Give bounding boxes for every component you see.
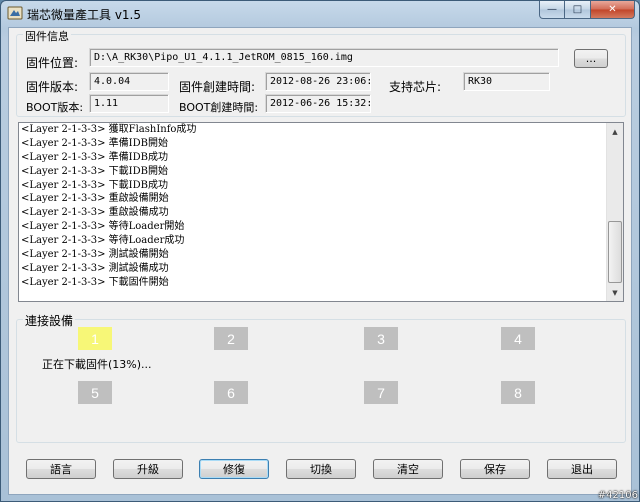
log-line: <Layer 2-1-3-3> 測試設備開始	[21, 249, 169, 261]
log-line: <Layer 2-1-3-3> 準備IDB成功	[21, 151, 168, 163]
title-bar[interactable]: 瑞芯微量產工具 v1.5 — □ ✕	[1, 1, 639, 27]
boot-created-field: 2012-06-26 15:32:00	[265, 94, 371, 113]
log-line: <Layer 2-1-3-3> 下載IDB開始	[21, 165, 168, 177]
boot-version-label: BOOT版本:	[26, 101, 84, 114]
device-slot-8[interactable]: 8	[501, 381, 535, 404]
download-status-text: 正在下載固件(13%)...	[42, 358, 152, 371]
repair-button[interactable]: 修復	[199, 459, 269, 479]
device-slot-7[interactable]: 7	[364, 381, 398, 404]
log-line: <Layer 2-1-3-3> 重啟設備開始	[21, 193, 169, 205]
switch-button[interactable]: 切換	[286, 459, 356, 479]
boot-version-field: 1.11	[89, 94, 169, 113]
language-button[interactable]: 語言	[26, 459, 96, 479]
log-line: <Layer 2-1-3-3> 測試設備成功	[21, 262, 169, 274]
log-line: <Layer 2-1-3-3> 準備IDB開始	[21, 137, 168, 149]
clear-button[interactable]: 清空	[373, 459, 443, 479]
firmware-created-field: 2012-08-26 23:06:43	[265, 72, 371, 91]
device-slot-5[interactable]: 5	[78, 381, 112, 404]
minimize-button[interactable]: —	[539, 1, 565, 19]
caption-buttons: — □ ✕	[539, 1, 635, 21]
log-line: <Layer 2-1-3-3> 等待Loader開始	[21, 221, 185, 233]
app-icon	[7, 6, 23, 20]
log-listbox[interactable]: <Layer 2-1-3-3> 獲取FlashInfo成功 <Layer 2-1…	[18, 122, 624, 302]
maximize-button[interactable]: □	[565, 1, 591, 19]
device-slot-1[interactable]: 1	[78, 327, 112, 350]
log-line: <Layer 2-1-3-3> 下載固件開始	[21, 276, 169, 288]
exit-button[interactable]: 退出	[547, 459, 617, 479]
log-line: <Layer 2-1-3-3> 等待Loader成功	[21, 235, 185, 247]
scroll-down-icon[interactable]: ▼	[607, 284, 623, 301]
scroll-up-icon[interactable]: ▲	[607, 123, 623, 140]
boot-created-label: BOOT創建時間:	[179, 101, 259, 114]
firmware-version-field: 4.0.04	[89, 72, 169, 91]
firmware-location-field[interactable]: D:\A_RK30\Pipo_U1_4.1.1_JetROM_0815_160.…	[89, 48, 559, 67]
client-area: 固件信息 固件位置: D:\A_RK30\Pipo_U1_4.1.1_JetRO…	[8, 27, 632, 495]
firmware-group-title: 固件信息	[23, 28, 71, 44]
chip-label: 支持芯片:	[389, 80, 442, 94]
device-slot-3[interactable]: 3	[364, 327, 398, 350]
scrollbar-thumb[interactable]	[608, 221, 622, 283]
device-slot-6[interactable]: 6	[214, 381, 248, 404]
device-slot-4[interactable]: 4	[501, 327, 535, 350]
log-line: <Layer 2-1-3-3> 獲取FlashInfo成功	[21, 124, 197, 135]
browse-button[interactable]: ...	[574, 49, 608, 68]
save-button[interactable]: 保存	[460, 459, 530, 479]
upgrade-button[interactable]: 升級	[113, 459, 183, 479]
log-line: <Layer 2-1-3-3> 重啟設備成功	[21, 207, 169, 219]
app-window: 瑞芯微量產工具 v1.5 — □ ✕ 固件信息 固件位置: D:\A_RK30\…	[0, 0, 640, 502]
devices-group-title: 連接設備	[23, 312, 76, 329]
device-slot-2[interactable]: 2	[214, 327, 248, 350]
chip-field: RK30	[463, 72, 550, 91]
firmware-location-label: 固件位置:	[26, 56, 79, 70]
watermark: #42106	[597, 490, 638, 501]
firmware-version-label: 固件版本:	[26, 80, 79, 94]
firmware-created-label: 固件創建時間:	[179, 80, 256, 94]
log-lines: <Layer 2-1-3-3> 獲取FlashInfo成功 <Layer 2-1…	[21, 123, 607, 301]
close-button[interactable]: ✕	[591, 1, 635, 19]
log-scrollbar[interactable]: ▲ ▼	[606, 123, 623, 301]
log-line: <Layer 2-1-3-3> 下載IDB成功	[21, 179, 168, 191]
window-title: 瑞芯微量產工具 v1.5	[27, 8, 142, 22]
